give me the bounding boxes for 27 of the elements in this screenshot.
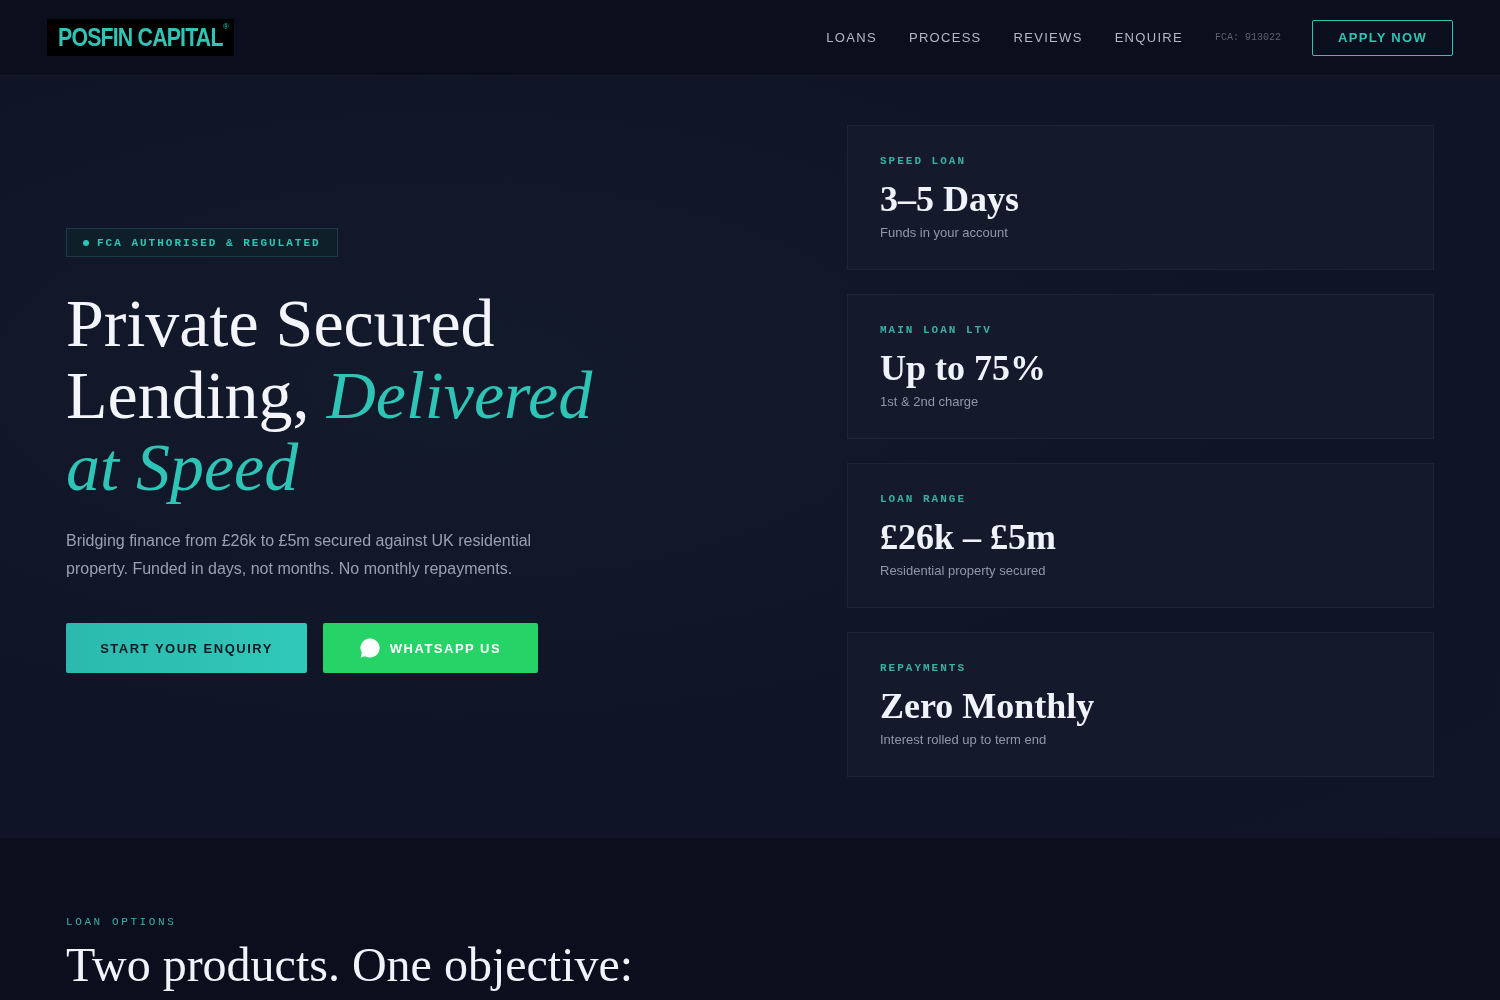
apply-now-button[interactable]: APPLY NOW xyxy=(1312,19,1453,56)
stat-note: Residential property secured xyxy=(880,562,1046,578)
fca-number: FCA: 913022 xyxy=(1215,32,1281,43)
nav-link[interactable]: LOANS xyxy=(826,30,877,45)
section-eyebrow: LOAN OPTIONS xyxy=(66,916,177,928)
logo[interactable]: POSFIN CAPITAL® xyxy=(47,19,234,56)
section-heading: Two products. One objective: xyxy=(66,938,634,992)
stat-value: £26k – £5m xyxy=(880,516,1056,557)
stat-label: MAIN LOAN LTV xyxy=(880,323,992,336)
hero-heading: Private Secured Lending, Delivered at Speed xyxy=(66,287,594,503)
stat-label: REPAYMENTS xyxy=(880,661,966,674)
stat-value: 3–5 Days xyxy=(880,178,1019,219)
stat-value: Zero Monthly xyxy=(880,685,1095,726)
stat-note: Interest rolled up to term end xyxy=(880,731,1047,747)
chat-bubble-icon xyxy=(359,638,380,658)
badge-text: FCA AUTHORISED & REGULATED xyxy=(97,236,321,249)
start-enquiry-button[interactable]: START YOUR ENQUIRY xyxy=(66,623,307,673)
stat-note: Funds in your account xyxy=(880,224,1008,240)
stat-label: SPEED LOAN xyxy=(880,154,966,167)
stat-label: LOAN RANGE xyxy=(880,492,966,505)
stat-value: Up to 75% xyxy=(880,347,1046,388)
hero-description: Bridging finance from £26k to £5m secured against UK residential property. Funded in days, not months. No monthly repayments. xyxy=(66,531,533,579)
status-dot-icon xyxy=(83,239,89,246)
nav-link[interactable]: ENQUIRE xyxy=(1114,30,1183,45)
stat-note: 1st & 2nd charge xyxy=(880,393,979,409)
nav-link[interactable]: PROCESS xyxy=(908,30,982,45)
nav-link[interactable]: REVIEWS xyxy=(1013,30,1083,45)
